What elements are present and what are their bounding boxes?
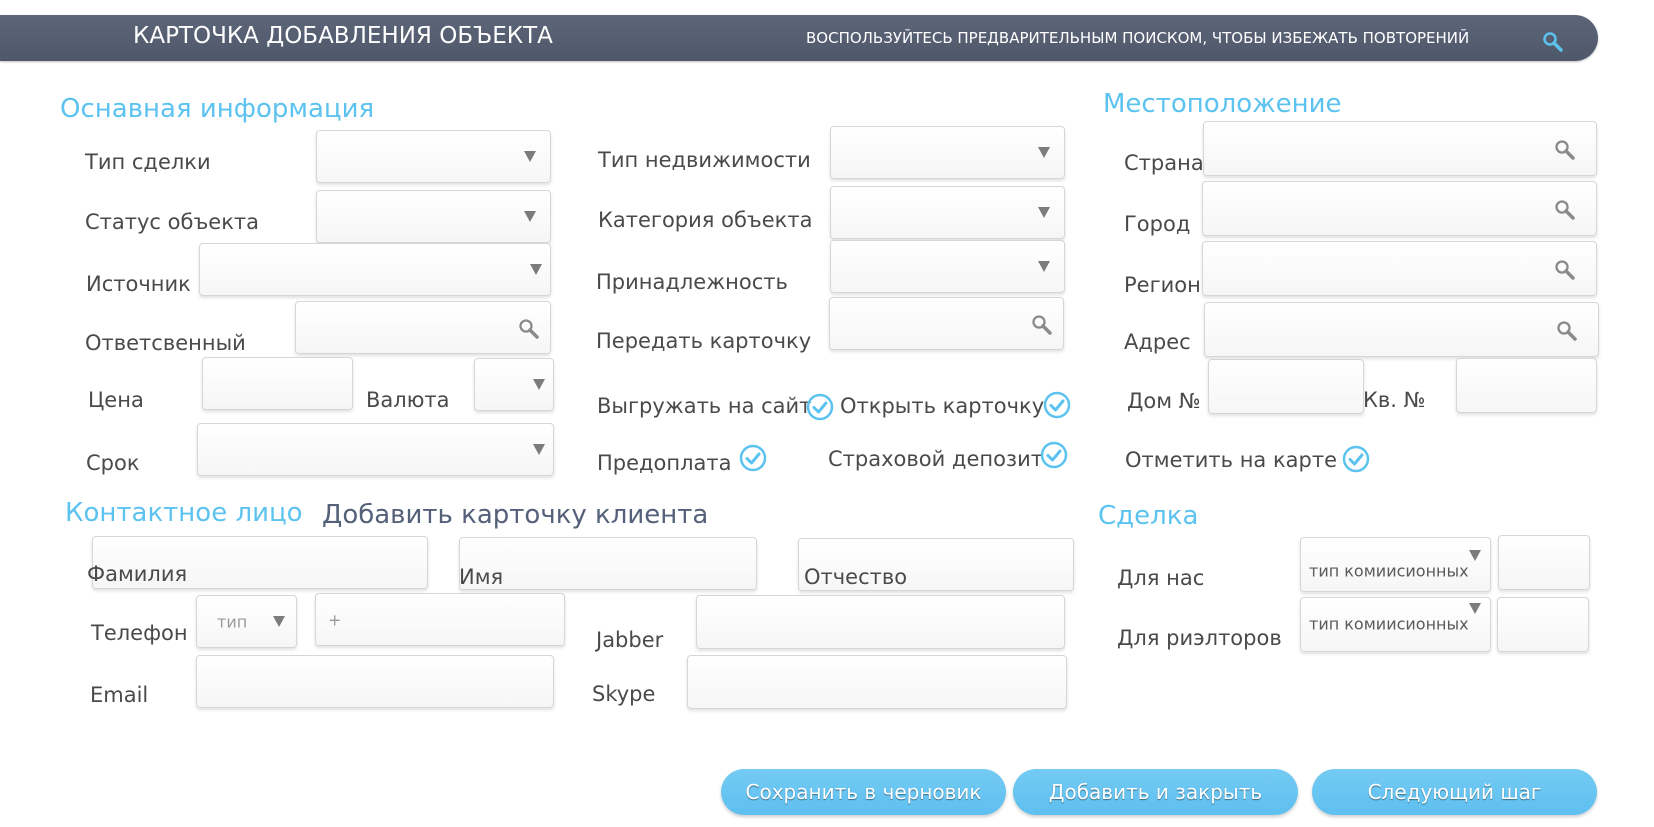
label-region: Регион [1124,273,1201,297]
property-type-select[interactable] [830,126,1065,179]
country-search-field[interactable] [1203,121,1597,176]
search-icon [519,318,539,339]
search-icon [1555,199,1575,220]
search-icon [1032,314,1052,335]
chevron-down-icon [524,210,536,222]
region-search-field[interactable] [1202,241,1597,296]
label-currency: Валюта [366,388,450,412]
search-icon [1557,320,1577,341]
chevron-down-icon [533,378,545,390]
label-responsible: Ответсвенный [85,331,246,355]
house-no-input[interactable] [1208,359,1364,414]
add-client-card-link[interactable]: Добавить карточку клиента [322,500,708,530]
phone-number-placeholder: + [328,610,342,629]
deal-type-select[interactable] [316,130,551,183]
label-jabber: Jabber [596,628,664,652]
responsible-search-field[interactable] [295,301,551,354]
label-transfer-card: Передать карточку [596,329,812,353]
label-price: Цена [88,388,144,412]
phone-type-select[interactable]: тип [196,595,297,648]
city-search-field[interactable] [1202,181,1597,236]
chevron-down-icon [1038,260,1050,272]
label-email: Email [90,683,149,707]
chevron-down-icon [524,150,536,162]
chevron-down-icon [1469,550,1481,561]
chevron-down-icon [530,263,542,275]
phone-number-input[interactable]: + [315,593,565,646]
price-input[interactable] [202,357,353,410]
skype-input[interactable] [687,655,1067,709]
insurance-deposit-check-icon[interactable] [1040,441,1068,469]
search-hint: ВОСПОЛЬЗУЙТЕСЬ ПРЕДВАРИТЕЛЬНЫМ ПОИСКОМ, … [806,29,1470,47]
label-first-name: Имя [459,565,504,589]
chevron-down-icon [1038,146,1050,158]
jabber-input[interactable] [696,595,1065,649]
for-us-commission-select[interactable]: тип комиисионных [1300,537,1491,592]
mark-on-map-check-icon[interactable] [1342,445,1370,473]
label-house-no: Дом № [1127,389,1201,413]
search-icon [1555,139,1575,160]
label-source: Источник [86,272,191,296]
add-and-close-button[interactable]: Добавить и закрыть [1013,769,1298,815]
label-object-category: Категория объекта [598,208,813,232]
label-patronymic: Отчество [804,565,908,589]
label-deal-type: Тип сделки [85,150,211,174]
label-mark-on-map: Отметить на карте [1125,448,1337,472]
label-skype: Skype [592,682,656,706]
open-card-check-icon[interactable] [1043,391,1071,419]
for-realtors-commission-select[interactable]: тип комиисионных [1300,597,1491,652]
page-title: КАРТОЧКА ДОБАВЛЕНИЯ ОБЪЕКТА [133,23,553,49]
currency-select[interactable] [474,358,554,411]
section-title-contact: Контактное лицо [65,498,303,528]
prepayment-check-icon[interactable] [739,444,767,472]
object-category-select[interactable] [830,186,1065,239]
address-search-field[interactable] [1204,302,1599,357]
chevron-down-icon [533,443,545,455]
transfer-card-search-field[interactable] [829,297,1064,350]
object-status-select[interactable] [316,190,551,243]
chevron-down-icon [273,615,285,627]
term-select[interactable] [197,423,554,476]
label-open-card: Открыть карточку [840,394,1045,418]
label-prepayment: Предоплата [597,451,732,475]
phone-type-placeholder: тип [217,612,248,631]
label-object-status: Статус объекта [85,210,259,234]
section-title-deal: Сделка [1098,501,1199,531]
ownership-select[interactable] [830,240,1065,293]
source-select[interactable] [199,243,551,296]
label-for-realtors: Для риэлторов [1117,626,1282,650]
search-icon [1555,259,1575,280]
chevron-down-icon [1038,206,1050,218]
label-address: Адрес [1124,330,1191,354]
first-name-input[interactable] [459,537,757,590]
save-draft-button[interactable]: Сохранить в черновик [721,769,1006,815]
label-last-name: Фамилия [87,562,188,586]
search-icon[interactable] [1542,31,1564,53]
label-city: Город [1124,212,1191,236]
section-title-location: Местоположение [1103,89,1342,119]
for-us-commission-value-input[interactable] [1498,535,1590,590]
apt-no-input[interactable] [1456,358,1597,413]
upload-to-site-check-icon[interactable] [806,393,834,421]
label-term: Срок [86,451,140,475]
for-realtors-commission-value-input[interactable] [1497,597,1589,652]
label-for-us: Для нас [1117,566,1205,590]
commission-type-value: тип комиисионных [1309,561,1469,581]
label-property-type: Тип недвижимости [598,148,811,172]
email-input[interactable] [196,655,554,708]
label-phone: Телефон [91,621,188,645]
label-insurance-deposit: Страховой депозит [828,447,1043,471]
commission-type-value: тип комиисионных [1309,614,1469,634]
label-country: Страна [1124,151,1204,175]
label-upload-to-site: Выгружать на сайт [597,394,812,418]
label-ownership: Принадлежность [596,270,788,294]
next-step-button[interactable]: Следующий шаг [1312,769,1597,815]
label-apt-no: Кв. № [1363,388,1426,412]
chevron-down-icon [1469,603,1481,614]
section-title-main-info: Оснавная информация [60,94,375,124]
